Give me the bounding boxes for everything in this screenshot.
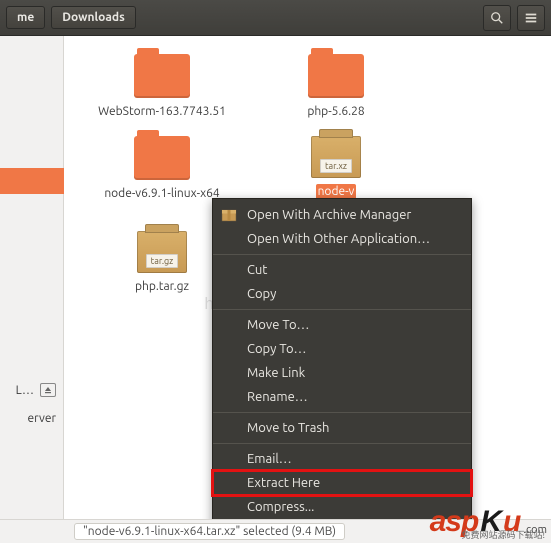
status-text: "node-v6.9.1-linux-x64.tar.xz" selected … [74, 523, 345, 540]
menu-copy-to[interactable]: Copy To… [213, 337, 471, 361]
list-icon [524, 11, 538, 25]
search-icon [490, 11, 504, 25]
menu-make-link[interactable]: Make Link [213, 361, 471, 385]
menu-move-to[interactable]: Move To… [213, 313, 471, 337]
archive-icon: tar.gz [137, 231, 187, 273]
content-area: L… erver http://blog.csdn.net/ WebStorm-… [0, 36, 551, 519]
file-label: node-v6.9.1-linux-x64 [102, 186, 221, 202]
file-item[interactable]: php-5.6.28 [266, 54, 406, 120]
view-options-button[interactable] [517, 5, 545, 31]
sidebar-item-label: erver [28, 412, 56, 425]
eject-icon[interactable] [40, 383, 56, 397]
menu-separator [213, 254, 471, 255]
breadcrumb-home[interactable]: me [6, 6, 45, 29]
toolbar: me Downloads [0, 0, 551, 36]
sidebar-selection [0, 168, 64, 194]
menu-open-with-other[interactable]: Open With Other Application… [213, 227, 471, 251]
menu-move-to-trash[interactable]: Move to Trash [213, 416, 471, 440]
folder-icon [308, 54, 364, 98]
file-item[interactable]: tar.gz php.tar.gz [92, 231, 232, 295]
file-item[interactable]: WebStorm-163.7743.51 [92, 54, 232, 120]
file-view[interactable]: http://blog.csdn.net/ WebStorm-163.7743.… [64, 36, 551, 519]
file-label: WebStorm-163.7743.51 [96, 104, 228, 120]
menu-copy[interactable]: Copy [213, 282, 471, 306]
file-item[interactable]: node-v6.9.1-linux-x64 [92, 136, 232, 215]
sidebar-item-label: L… [16, 384, 34, 397]
archive-icon: tar.xz [311, 136, 361, 178]
menu-separator [213, 412, 471, 413]
sidebar-item-device[interactable]: L… [0, 378, 64, 402]
search-button[interactable] [483, 5, 511, 31]
menu-separator [213, 309, 471, 310]
file-label: php.tar.gz [133, 279, 191, 295]
menu-extract-here[interactable]: Extract Here [213, 471, 471, 495]
file-label: php-5.6.28 [305, 104, 366, 120]
menu-open-archive-manager[interactable]: Open With Archive Manager [213, 203, 471, 227]
menu-email[interactable]: Email… [213, 447, 471, 471]
menu-rename[interactable]: Rename… [213, 385, 471, 409]
sidebar-item-server[interactable]: erver [0, 406, 64, 430]
sidebar: L… erver [0, 36, 64, 519]
context-menu: Open With Archive Manager Open With Othe… [212, 198, 472, 519]
folder-icon [134, 136, 190, 180]
folder-icon [134, 54, 190, 98]
branding-logo: aspKu .com 免费网站源码下载站! [430, 505, 547, 539]
breadcrumb-downloads[interactable]: Downloads [51, 6, 136, 29]
archive-app-icon [221, 207, 237, 223]
menu-cut[interactable]: Cut [213, 258, 471, 282]
menu-separator [213, 443, 471, 444]
